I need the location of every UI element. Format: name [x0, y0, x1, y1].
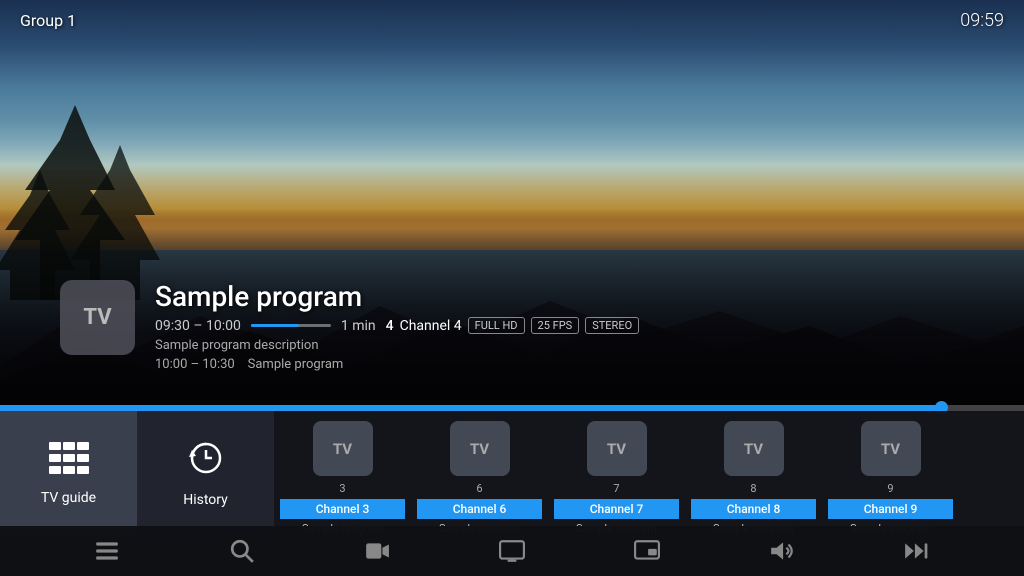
- forward-button[interactable]: [903, 538, 929, 564]
- channel-3-num: 3: [339, 482, 345, 495]
- tv-guide-label: TV guide: [41, 490, 96, 506]
- badge-fullhd: FULL HD: [468, 317, 525, 334]
- channel-9-info: 9: [887, 482, 893, 497]
- program-description: Sample program description: [155, 338, 639, 353]
- channel-6-info: 6: [476, 482, 482, 497]
- channel-info: 4 Channel 4 FULL HD 25 FPS STEREO: [386, 317, 640, 334]
- channel-tile-9[interactable]: TV 9 Channel 9 Sample program: [822, 411, 959, 536]
- channel-tile-6[interactable]: TV 6 Channel 6 Sample program: [411, 411, 548, 536]
- channel-3-info: 3: [339, 482, 345, 497]
- channel-logo: TV: [60, 280, 135, 355]
- channel-3-logo: TV: [313, 421, 373, 476]
- channel-9-num: 9: [887, 482, 893, 495]
- channel-8-logo: TV: [724, 421, 784, 476]
- history-tile[interactable]: History: [137, 411, 274, 536]
- volume-button[interactable]: [769, 538, 795, 564]
- nav-bar: [0, 526, 1024, 576]
- channel-8-name: Channel 8: [691, 499, 816, 519]
- history-icon: [188, 440, 224, 484]
- pip-button[interactable]: [634, 538, 660, 564]
- search-button[interactable]: [229, 538, 255, 564]
- next-program: 10:00 – 10:30 Sample program: [155, 357, 639, 372]
- clock: 09:59: [960, 10, 1004, 31]
- tv-guide-icon: [49, 442, 89, 482]
- channel-7-logo: TV: [587, 421, 647, 476]
- record-button[interactable]: [364, 538, 390, 564]
- channel-tile-8[interactable]: TV 8 Channel 8 Sample program: [685, 411, 822, 536]
- bottom-panel: TV guide History TV 3 Channel 3 Sample p…: [0, 411, 1024, 536]
- channel-6-num: 6: [476, 482, 482, 495]
- channel-9-logo: TV: [861, 421, 921, 476]
- program-time-row: 09:30 – 10:00 1 min 4 Channel 4 FULL HD …: [155, 317, 639, 334]
- badge-stereo: STEREO: [585, 317, 639, 334]
- group-label: Group 1: [20, 11, 76, 30]
- screen-button[interactable]: [499, 538, 525, 564]
- program-duration: 1 min: [341, 318, 376, 334]
- program-progress-bar: [251, 324, 331, 327]
- channel-6-name: Channel 6: [417, 499, 542, 519]
- history-label: History: [183, 492, 228, 508]
- channel-8-num: 8: [750, 482, 756, 495]
- channel-tile-7[interactable]: TV 7 Channel 7 Sample program: [548, 411, 685, 536]
- program-info: TV Sample program 09:30 – 10:00 1 min 4 …: [60, 280, 639, 372]
- channel-number: 4: [386, 318, 394, 334]
- menu-button[interactable]: [94, 538, 120, 564]
- badge-fps: 25 FPS: [531, 317, 580, 334]
- channel-9-name: Channel 9: [828, 499, 953, 519]
- channel-7-name: Channel 7: [554, 499, 679, 519]
- channel-8-info: 8: [750, 482, 756, 497]
- channel-7-num: 7: [613, 482, 619, 495]
- channel-tile-3[interactable]: TV 3 Channel 3 Sample program: [274, 411, 411, 536]
- program-title: Sample program: [155, 280, 639, 313]
- tv-guide-tile[interactable]: TV guide: [0, 411, 137, 536]
- top-bar: Group 1 09:59: [0, 0, 1024, 40]
- program-details: Sample program 09:30 – 10:00 1 min 4 Cha…: [155, 280, 639, 372]
- program-time: 09:30 – 10:00: [155, 318, 241, 334]
- channel-name: Channel 4: [400, 318, 462, 334]
- channel-6-logo: TV: [450, 421, 510, 476]
- channel-7-info: 7: [613, 482, 619, 497]
- channel-3-name: Channel 3: [280, 499, 405, 519]
